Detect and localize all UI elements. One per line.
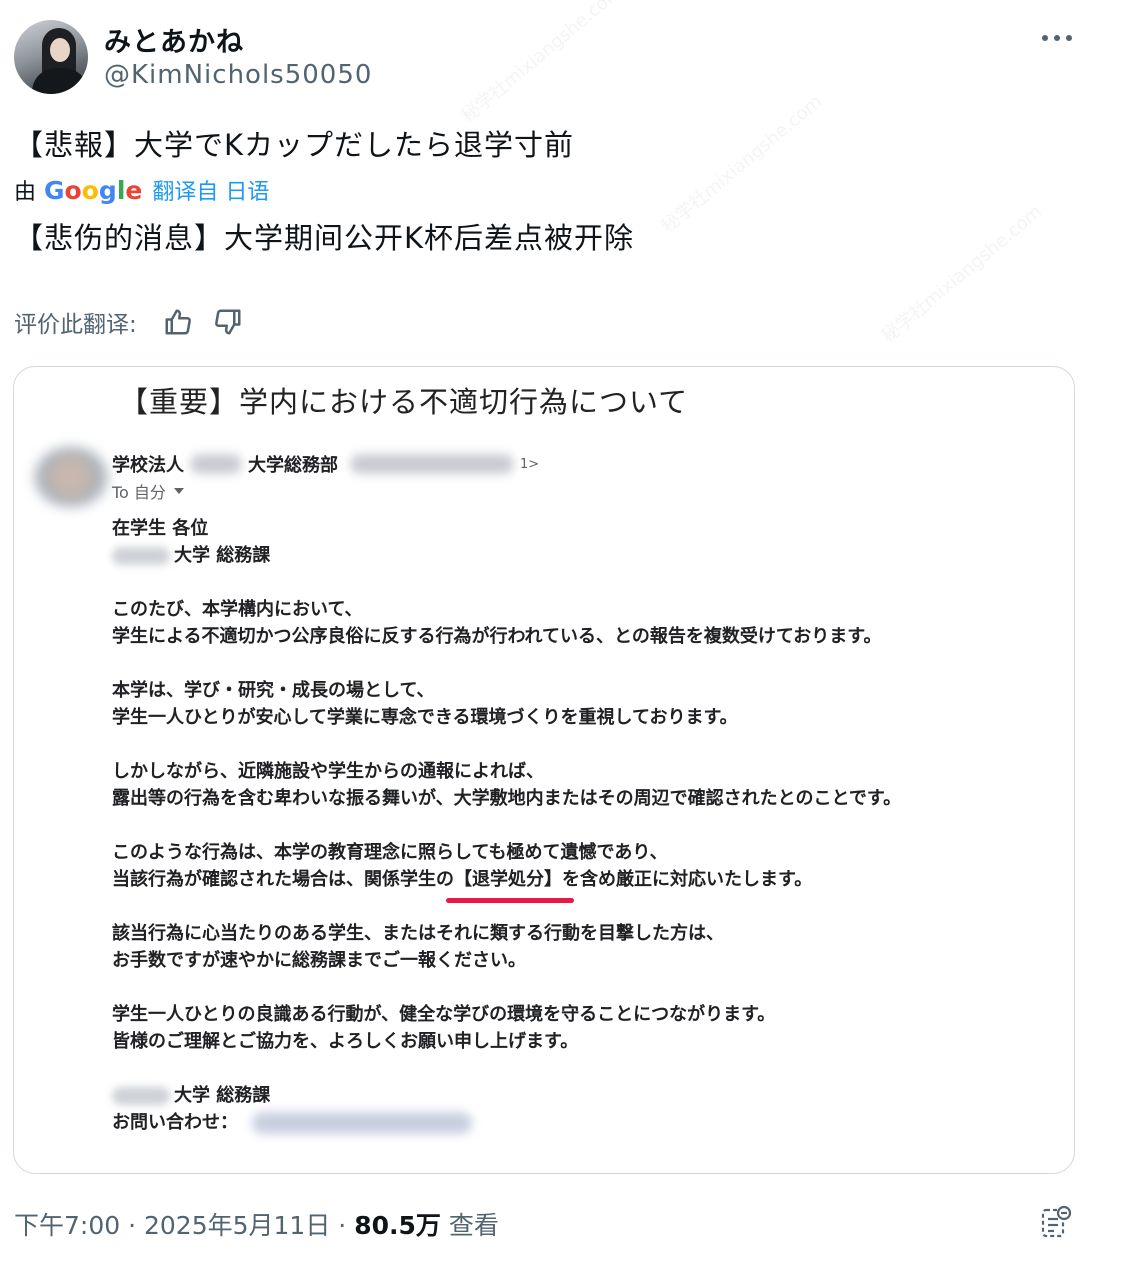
email-body: 在学生 各位 大学 総務課 このたび、本学構内において、 学生による不適切かつ公… xyxy=(112,515,1052,1136)
sender-prefix: 学校法人 xyxy=(112,455,184,476)
avatar[interactable] xyxy=(14,20,88,94)
views-label: 查看 xyxy=(448,1211,499,1240)
translation-attribution: 由 Google 翻译自 日语 xyxy=(14,174,269,206)
recipient-dropdown[interactable]: To 自分 xyxy=(112,479,184,503)
expulsion-highlight: 【退学処分】 xyxy=(446,866,574,903)
contact-line: お問い合わせ： xyxy=(112,1109,1052,1136)
tweet-meta: 下午7:00 · 2025年5月11日 · 80.5万 查看 xyxy=(14,1206,499,1242)
greeting: 在学生 各位 xyxy=(112,518,209,539)
thumbs-up-icon[interactable] xyxy=(163,307,193,337)
dept-line: 大学 総務課 xyxy=(112,542,1052,569)
more-icon[interactable] xyxy=(1042,28,1072,48)
paragraph-line: 学生一人ひとりの良識ある行動が、健全な学びの環境を守ることにつながります。 xyxy=(112,1004,776,1025)
redacted-contact xyxy=(252,1112,472,1134)
contact-label: お問い合わせ： xyxy=(112,1112,238,1133)
thumbs-down-icon[interactable] xyxy=(213,307,243,337)
tweet-translated-text: 【悲伤的消息】大学期间公开K杯后差点被开除 xyxy=(14,221,635,255)
chevron-down-icon xyxy=(173,488,184,494)
post-time[interactable]: 下午7:00 · 2025年5月11日 · xyxy=(14,1206,346,1242)
display-name[interactable]: みとあかね xyxy=(104,20,244,59)
sender-org: 大学総務部 xyxy=(248,455,338,476)
red-underline-mark xyxy=(446,898,574,903)
sender-address-end: 1> xyxy=(520,456,540,472)
email-subject: 【重要】学内における不適切行為について xyxy=(119,385,689,419)
paragraph-line: しかしながら、近隣施設や学生からの通報によれば、 xyxy=(112,761,544,782)
redacted-university xyxy=(112,547,170,565)
translated-from-link[interactable]: 翻译自 日语 xyxy=(152,174,269,206)
signature-dept: 大学 総務課 xyxy=(112,1082,1052,1109)
sender-avatar xyxy=(34,447,108,507)
paragraph-line: 学生一人ひとりが安心して学業に専念できる環境づくりを重視しております。 xyxy=(112,707,738,728)
paragraph-line: 学生による不適切かつ公序良俗に反する行為が行われている、との報告を複数受けており… xyxy=(112,626,882,647)
paragraph-line: このような行為は、本学の教育理念に照らしても極めて遺憾であり、 xyxy=(112,842,668,863)
watermark: 秘学社mixiangshe.com xyxy=(877,201,1047,348)
google-logo: Google xyxy=(44,175,143,205)
rate-label: 评价此翻译: xyxy=(14,312,137,338)
user-handle[interactable]: @KimNichols50050 xyxy=(104,60,372,90)
redacted-name xyxy=(190,454,242,474)
paragraph-line: 露出等の行為を含む卑わいな振る舞いが、大学敷地内またはその周辺で確認されたとのこ… xyxy=(112,788,902,809)
dept-name: 大学 総務課 xyxy=(174,545,271,566)
paragraph-line: 皆様のご理解とご協力を、よろしくお願い申し上げます。 xyxy=(112,1031,579,1052)
paragraph-line: 本学は、学び・研究・成長の場として、 xyxy=(112,680,435,701)
to-label: To 自分 xyxy=(112,483,166,502)
email-sender: 学校法人 大学総務部 1> xyxy=(112,451,539,477)
rate-translation: 评价此翻译: xyxy=(14,305,243,339)
watermark: 秘学社mixiangshe.com xyxy=(457,0,627,128)
paragraph-line: お手数ですが速やかに総務課までご一報ください。 xyxy=(112,950,526,971)
redacted-university xyxy=(112,1087,170,1105)
paragraph-line: 当該行為が確認された場合は、関係学生の【退学処分】 を含め厳正に対応いたします。 xyxy=(112,866,1052,903)
tweet-page: 秘学社mixiangshe.com 秘学社mixiangshe.com 秘学社m… xyxy=(0,0,1130,1261)
paragraph-line: このたび、本学構内において、 xyxy=(112,599,363,620)
paragraph-segment: 当該行為が確認された場合は、関係学生の xyxy=(112,869,454,890)
tweet-original-text: 【悲報】大学でKカップだしたら退学寸前 xyxy=(14,128,575,162)
highlight-text: 【退学処分】 xyxy=(454,869,562,890)
redacted-address xyxy=(350,454,514,474)
attached-image-card[interactable]: 【重要】学内における不適切行為について 学校法人 大学総務部 1> To 自分 … xyxy=(13,366,1075,1174)
translated-by-prefix: 由 xyxy=(14,180,37,205)
watermark: 秘学社mixiangshe.com xyxy=(657,91,827,238)
paragraph-segment: を含め厳正に対応いたします。 xyxy=(562,869,813,890)
paragraph-line: 該当行為に心当たりのある学生、またはそれに類する行動を目撃した方は、 xyxy=(112,923,724,944)
signature-dept-name: 大学 総務課 xyxy=(174,1085,271,1106)
view-count: 80.5万 xyxy=(354,1211,441,1240)
grok-icon[interactable] xyxy=(1040,1204,1072,1240)
